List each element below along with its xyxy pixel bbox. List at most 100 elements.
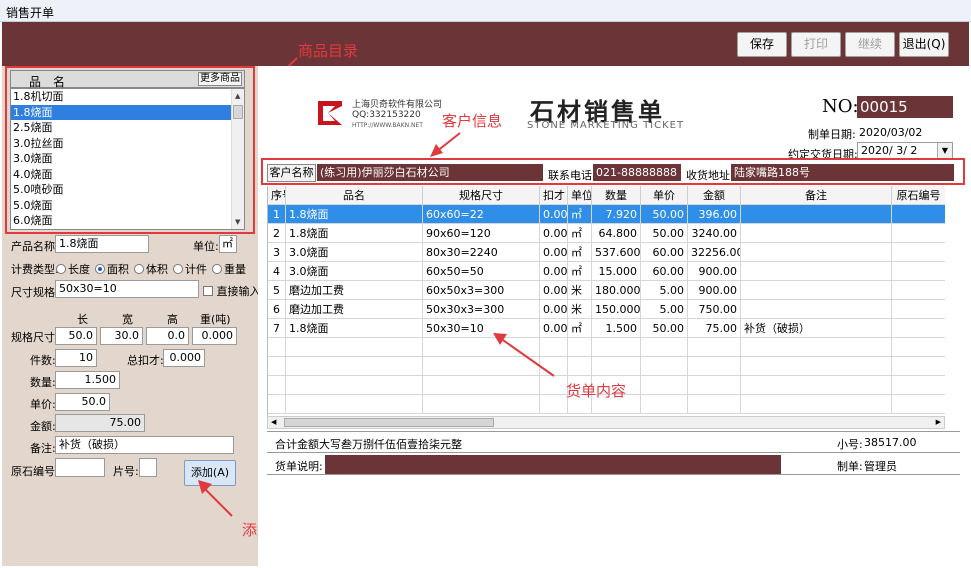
table-cell: 180.000 [592,281,641,300]
exit-button[interactable]: 退出(Q) [899,32,949,57]
radio-icon[interactable] [212,264,222,274]
scroll-right-icon[interactable]: ▶ [936,418,941,426]
scroll-left-icon[interactable]: ◀ [271,418,276,426]
direct-input-checkbox[interactable]: 直接输入 [203,283,261,299]
table-cell [892,338,945,357]
grid-column-header[interactable]: 规格尺寸 [423,186,540,205]
table-row[interactable]: 33.0烧面80x30=22400.000㎡537.60060.0032256.… [268,243,945,262]
billing-option[interactable]: 计件 [173,263,207,276]
height-field[interactable]: 0.0 [146,327,189,345]
maker-value: 管理员 [864,460,897,473]
grid-scroll-thumb[interactable] [284,418,494,427]
length-field[interactable]: 50.0 [55,327,97,345]
total-deduct-field[interactable]: 0.000 [163,349,205,367]
grid-column-header[interactable]: 品名 [286,186,423,205]
table-cell: 50.00 [641,319,688,338]
grid-column-header[interactable]: 备注 [741,186,892,205]
size-spec-field[interactable]: 50x30=10 [55,280,199,298]
annotation-add-arrow [198,480,233,517]
window-titlebar: 销售开单 [0,0,971,22]
slab-number-field[interactable] [139,458,157,477]
table-cell [892,300,945,319]
billing-option[interactable]: 体积 [134,263,168,276]
unit-price-field[interactable]: 50.0 [55,393,110,411]
grid-column-header[interactable]: 单位 [568,186,592,205]
radio-icon[interactable] [134,264,144,274]
table-cell: 60x50=50 [423,262,540,281]
table-row[interactable]: 11.8烧面60x60=220.000㎡7.92050.00396.00 [268,205,945,224]
table-cell [892,319,945,338]
table-cell: ㎡ [568,319,592,338]
grid-column-header[interactable]: 金额 [688,186,741,205]
table-cell: 3.0烧面 [286,243,423,262]
table-cell [741,338,892,357]
note-row: 货单说明: 制单: 管理员 [267,455,960,475]
grid-horizontal-scrollbar[interactable]: ◀ ▶ [267,416,945,429]
pieces-label: 件数: [30,354,56,367]
table-row[interactable]: 21.8烧面90x60=1200.000㎡64.80050.003240.00 [268,224,945,243]
note-field[interactable] [325,455,781,474]
table-cell [568,338,592,357]
document-subtitle: STONE MARKETING TICKET [527,120,685,131]
table-cell [892,357,945,376]
pieces-field[interactable]: 10 [55,349,97,367]
table-row[interactable] [268,338,945,357]
grid-column-header[interactable]: 序号 [268,186,286,205]
table-cell [688,338,741,357]
save-button[interactable]: 保存 [737,32,787,57]
grid-column-header[interactable]: 原石编号 [892,186,945,205]
table-row[interactable]: 43.0烧面60x50=500.000㎡15.00060.00900.00 [268,262,945,281]
amount-field: 75.00 [55,414,145,432]
table-row[interactable]: 71.8烧面50x30=100.000㎡1.50050.0075.00补货（破损… [268,319,945,338]
table-cell: 0.000 [540,262,568,281]
table-cell: 4 [268,262,286,281]
table-cell [286,338,423,357]
billing-option[interactable]: 长度 [56,263,90,276]
width-field[interactable]: 30.0 [100,327,143,345]
grid-column-header[interactable]: 单价 [641,186,688,205]
customer-name-button[interactable]: 客户名称 [267,164,316,182]
table-cell: 90x60=120 [423,224,540,243]
address-field[interactable]: 陆家嘴路188号 [731,164,954,181]
print-button[interactable]: 打印 [791,32,841,57]
table-row[interactable]: 6磨边加工费50x30x3=3000.000米150.0005.00750.00 [268,300,945,319]
quantity-field[interactable]: 1.500 [55,371,120,389]
table-cell [741,243,892,262]
table-cell: 1.8烧面 [286,205,423,224]
remark-field[interactable]: 补货（破损） [55,436,234,454]
billing-option-label: 体积 [146,263,168,276]
order-number-label: NO: [822,96,859,117]
grid-header-row: 序号品名规格尺寸扣才单位数量单价金额备注原石编号 [268,186,945,205]
table-cell: 75.00 [688,319,741,338]
billing-option-label: 计件 [185,263,207,276]
billing-option-label: 长度 [68,263,90,276]
table-cell [892,262,945,281]
make-date-value: 2020/03/02 [859,126,923,139]
product-name-field[interactable]: 1.8烧面 [55,235,149,253]
table-cell [741,300,892,319]
phone-field[interactable]: 021-88888888 [593,164,681,181]
billing-option[interactable]: 面积 [95,263,129,276]
radio-icon[interactable] [173,264,183,274]
radio-icon[interactable] [95,264,105,274]
table-cell [268,357,286,376]
table-row[interactable] [268,357,945,376]
table-cell [892,376,945,395]
grid-column-header[interactable]: 数量 [592,186,641,205]
weight-field[interactable]: 0.000 [192,327,237,345]
customer-name-field[interactable]: (练习用)伊丽莎白石材公司 [317,164,543,181]
dim-header-weight: 重(吨) [200,313,231,326]
stone-number-field[interactable] [55,458,105,477]
table-cell: 64.800 [592,224,641,243]
chevron-down-icon[interactable]: ▼ [937,143,952,159]
continue-button[interactable]: 继续 [845,32,895,57]
order-number-value: 00015 [857,96,953,118]
grid-column-header[interactable]: 扣才 [540,186,568,205]
table-row[interactable]: 5磨边加工费60x50x3=3000.000米180.0005.00900.00 [268,281,945,300]
unit-field[interactable]: ㎡ [219,235,237,253]
table-cell [592,357,641,376]
checkbox-icon[interactable] [203,286,213,296]
billing-option[interactable]: 重量 [212,263,246,276]
table-cell [568,357,592,376]
radio-icon[interactable] [56,264,66,274]
